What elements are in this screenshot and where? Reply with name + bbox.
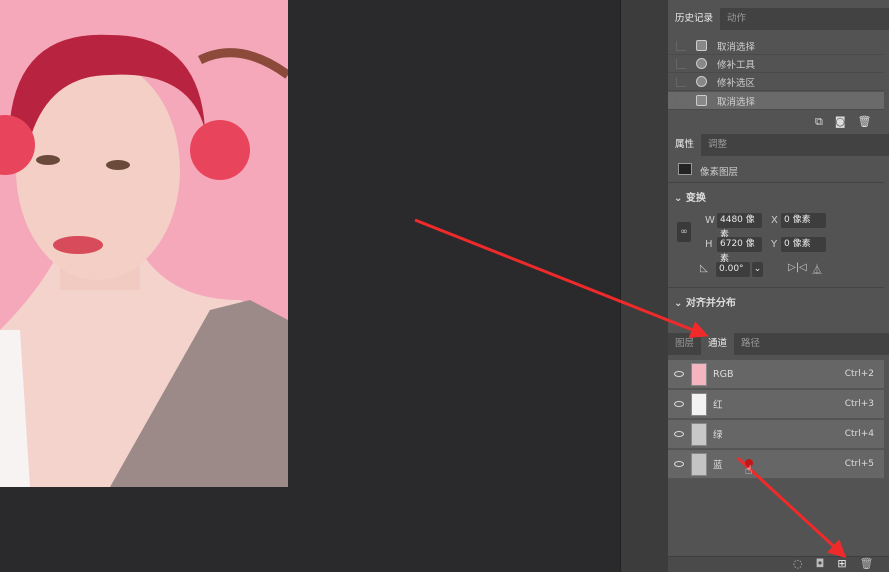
tab-layers[interactable]: 图层 xyxy=(668,333,701,355)
flip-vertical-icon[interactable]: ⏅ xyxy=(812,261,822,276)
tab-channels[interactable]: 通道 xyxy=(701,333,735,355)
document-canvas[interactable] xyxy=(0,0,620,572)
history-tabbar: 历史记录 动作 xyxy=(668,8,889,30)
channel-name: 绿 xyxy=(713,430,723,441)
channel-thumbnail xyxy=(691,422,707,446)
height-input[interactable]: 6720 像素 xyxy=(717,237,762,264)
history-item[interactable]: 修补工具 xyxy=(668,55,884,73)
history-item-label: 修补工具 xyxy=(717,59,756,71)
y-label: Y xyxy=(771,239,778,250)
snapshot-checkbox[interactable] xyxy=(676,76,686,87)
snapshot-checkbox[interactable] xyxy=(676,58,686,69)
channel-shortcut: Ctrl+3 xyxy=(844,399,874,409)
tab-adjustments[interactable]: 调整 xyxy=(701,134,734,156)
angle-dropdown-chevron-icon[interactable]: ⌄ xyxy=(752,262,763,277)
channel-row-red[interactable]: 红 Ctrl+3 xyxy=(668,390,884,419)
channel-thumbnail xyxy=(691,362,707,386)
camera-icon[interactable]: ◙ xyxy=(835,115,846,129)
channel-shortcut: Ctrl+2 xyxy=(844,369,874,379)
angle-icon: ◺ xyxy=(700,263,708,274)
patch-tool-icon xyxy=(696,58,707,69)
document-icon xyxy=(696,40,707,51)
tab-properties[interactable]: 属性 xyxy=(668,134,702,156)
tab-actions[interactable]: 动作 xyxy=(720,8,753,30)
tab-paths[interactable]: 路径 xyxy=(734,333,767,355)
portrait-photo xyxy=(0,0,288,487)
pixel-layer-icon xyxy=(678,163,692,175)
load-channel-as-selection-icon[interactable]: ◌ xyxy=(793,557,803,570)
link-dimensions-icon[interactable]: ∞ xyxy=(677,222,691,242)
channel-row-rgb[interactable]: RGB Ctrl+2 xyxy=(668,360,884,389)
new-channel-icon[interactable]: ⊞ xyxy=(837,557,846,570)
width-label: W xyxy=(705,215,715,226)
eye-icon[interactable] xyxy=(674,461,684,467)
channels-tabbar: 图层 通道 路径 xyxy=(668,333,889,355)
x-input[interactable]: 0 像素 xyxy=(781,213,826,228)
transform-title: 变换 xyxy=(685,193,706,204)
channel-name: RGB xyxy=(713,368,734,380)
align-section-header[interactable]: ⌄ 对齐并分布 xyxy=(674,294,736,309)
channel-thumbnail xyxy=(691,452,707,476)
channel-row-blue[interactable]: 蓝 Ctrl+5 xyxy=(668,450,884,479)
history-item[interactable]: 取消选择 xyxy=(668,37,884,55)
tab-history[interactable]: 历史记录 xyxy=(668,8,721,30)
delete-channel-icon[interactable]: 🗑 xyxy=(860,557,874,570)
snapshot-checkbox[interactable] xyxy=(676,95,686,106)
history-item-label: 修补选区 xyxy=(717,77,756,89)
channel-shortcut: Ctrl+5 xyxy=(844,459,874,469)
angle-input[interactable]: 0.00° xyxy=(716,262,750,277)
history-item[interactable]: 修补选区 xyxy=(668,73,884,91)
align-title: 对齐并分布 xyxy=(685,298,736,309)
x-label: X xyxy=(771,215,778,226)
transform-section-header[interactable]: ⌄ 变换 xyxy=(674,189,706,204)
history-item-selected[interactable]: 取消选择 xyxy=(668,92,884,110)
channel-name: 红 xyxy=(713,400,723,411)
channel-name: 蓝 xyxy=(713,460,723,471)
flip-horizontal-icon[interactable]: ▷|◁ xyxy=(788,262,807,273)
snapshot-checkbox[interactable] xyxy=(676,40,686,51)
save-selection-as-channel-icon[interactable]: ◘ xyxy=(816,557,825,570)
channel-thumbnail xyxy=(691,392,707,416)
y-input[interactable]: 0 像素 xyxy=(781,237,826,252)
channel-row-green[interactable]: 绿 Ctrl+4 xyxy=(668,420,884,449)
history-item-label: 取消选择 xyxy=(717,96,756,108)
panel-dock-gutter xyxy=(620,0,668,572)
history-item-label: 取消选择 xyxy=(717,41,756,53)
new-document-from-state-icon[interactable]: ⧉ xyxy=(815,115,823,129)
layer-type-label: 像素图层 xyxy=(700,167,739,178)
eye-icon[interactable] xyxy=(674,401,684,407)
width-input[interactable]: 4480 像素 xyxy=(717,213,762,240)
right-panel-dock: 历史记录 动作 取消选择 修补工具 修补选区 取消选择 ⧉ ◙ 🗑 属性 调整 … xyxy=(668,0,889,572)
patch-tool-icon xyxy=(696,76,707,87)
channel-shortcut: Ctrl+4 xyxy=(844,429,874,439)
properties-tabbar: 属性 调整 xyxy=(668,134,889,156)
height-label: H xyxy=(705,239,713,250)
eye-icon[interactable] xyxy=(674,371,684,377)
eye-icon[interactable] xyxy=(674,431,684,437)
document-icon xyxy=(696,95,707,106)
trash-icon[interactable]: 🗑 xyxy=(858,115,872,129)
